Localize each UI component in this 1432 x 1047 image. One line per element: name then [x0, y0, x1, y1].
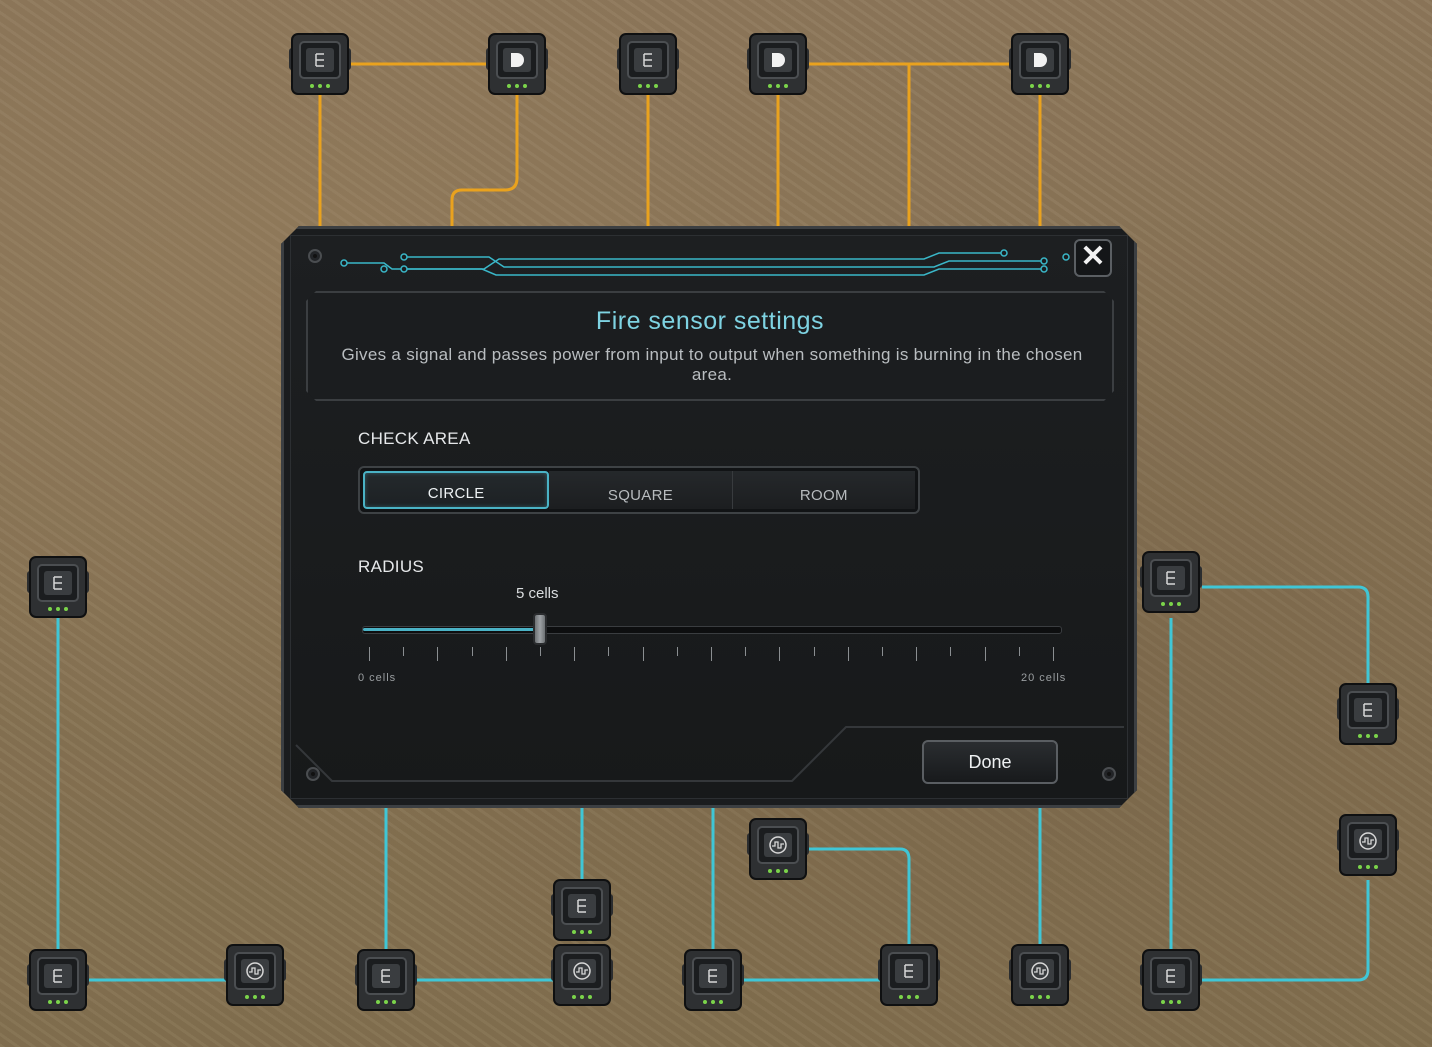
slider-tick — [950, 647, 951, 656]
slider-tick — [882, 647, 883, 656]
slider-tick — [574, 647, 575, 661]
dialog-description: Gives a signal and passes power from inp… — [341, 345, 1083, 384]
pulse-sensor-icon[interactable] — [747, 818, 809, 880]
radius-slider-track[interactable] — [362, 626, 1062, 634]
screw-icon — [306, 767, 320, 781]
slider-tick — [506, 647, 507, 661]
logic-gate-icon[interactable] — [1140, 551, 1202, 613]
screw-icon — [308, 249, 322, 263]
radius-slider-fill — [363, 628, 541, 631]
pulse-sensor-icon[interactable] — [551, 944, 613, 1006]
radius-label: RADIUS — [358, 557, 425, 576]
slider-tick — [437, 647, 438, 661]
radius-value: 5 cells — [516, 585, 559, 602]
slider-tick — [848, 647, 849, 661]
option-label: SQUARE — [607, 487, 674, 504]
signal-wire — [1202, 880, 1370, 982]
logic-gate-icon[interactable] — [682, 949, 744, 1011]
logic-gate-icon[interactable] — [878, 944, 940, 1006]
slider-tick — [711, 647, 712, 661]
radius-max-label: 20 cells — [1021, 672, 1067, 684]
slider-tick — [369, 647, 370, 661]
check-area-option-room[interactable]: ROOM — [733, 471, 915, 509]
pulse-sensor-icon[interactable] — [1009, 944, 1071, 1006]
logic-gate-icon[interactable] — [289, 33, 351, 95]
slider-tick — [1053, 647, 1054, 661]
logic-gate-icon[interactable] — [1140, 949, 1202, 1011]
pulse-sensor-icon[interactable] — [224, 944, 286, 1006]
slider-tick — [814, 647, 815, 656]
close-button[interactable]: ✕ — [1074, 239, 1112, 277]
and-gate-icon[interactable] — [486, 33, 548, 95]
slider-tick — [643, 647, 644, 661]
and-gate-icon[interactable] — [1009, 33, 1071, 95]
slider-tick — [472, 647, 473, 656]
slider-tick — [779, 647, 780, 661]
option-label: ROOM — [799, 487, 848, 504]
logic-gate-icon[interactable] — [27, 556, 89, 618]
slider-tick — [540, 647, 541, 656]
close-icon: ✕ — [1080, 240, 1106, 273]
logic-gate-icon[interactable] — [27, 949, 89, 1011]
radius-ticks — [369, 647, 1053, 661]
pulse-sensor-icon[interactable] — [1337, 814, 1399, 876]
signal-wire — [808, 847, 911, 950]
dialog-title: Fire sensor settings — [595, 307, 825, 335]
check-area-label: CHECK AREA — [358, 429, 471, 448]
slider-tick — [403, 647, 404, 656]
check-area-option-circle[interactable]: CIRCLE — [363, 471, 549, 509]
slider-tick — [916, 647, 917, 661]
check-area-selector: CIRCLE SQUARE ROOM — [358, 466, 920, 514]
header-panel: Fire sensor settings Gives a signal and … — [306, 291, 1114, 401]
and-gate-icon[interactable] — [747, 33, 809, 95]
done-button[interactable]: Done — [922, 740, 1058, 784]
slider-tick — [677, 647, 678, 656]
screw-icon — [1102, 767, 1116, 781]
option-label: CIRCLE — [427, 485, 485, 502]
signal-wire — [1202, 585, 1370, 688]
radius-slider-handle[interactable] — [533, 613, 547, 645]
logic-gate-icon[interactable] — [551, 879, 613, 941]
logic-gate-icon[interactable] — [355, 949, 417, 1011]
logic-gate-icon[interactable] — [1337, 683, 1399, 745]
slider-tick — [745, 647, 746, 656]
slider-tick — [608, 647, 609, 656]
slider-tick — [985, 647, 986, 661]
slider-tick — [1019, 647, 1020, 656]
radius-min-label: 0 cells — [358, 672, 397, 684]
power-wire — [450, 94, 519, 226]
logic-gate-icon[interactable] — [617, 33, 679, 95]
fire-sensor-dialog: ✕ Fire sensor settings Gives a signal an… — [281, 226, 1137, 808]
check-area-option-square[interactable]: SQUARE — [549, 471, 732, 509]
